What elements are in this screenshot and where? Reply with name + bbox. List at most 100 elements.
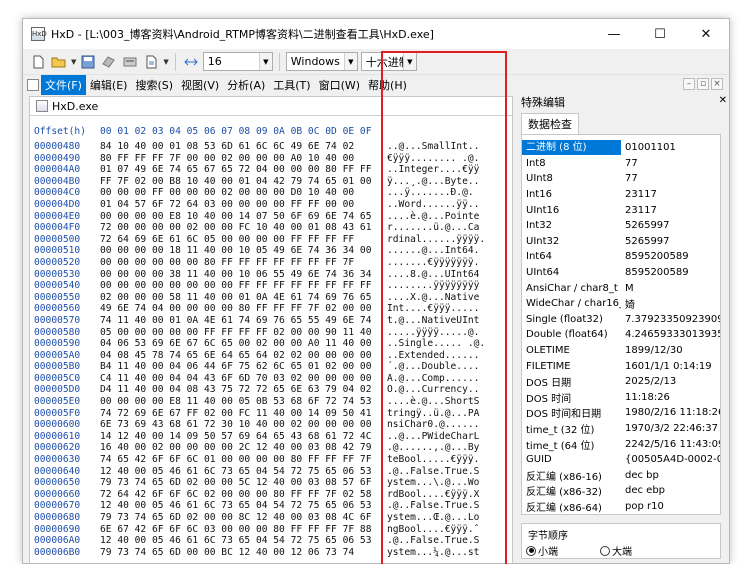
hex-row[interactable]: 000004B0 FF 7F 02 00 B8 10 40 00 01 04 42… [30, 176, 512, 188]
document-tab[interactable]: HxD.exe [30, 97, 512, 116]
inspector-row[interactable]: Int16 23117 [522, 187, 720, 203]
inspector-row[interactable]: Int32 5265997 [522, 218, 720, 234]
mdi-minimize-button[interactable]: – [683, 78, 695, 90]
inspector-row[interactable]: UInt16 23117 [522, 202, 720, 218]
hex-row[interactable]: 000004A0 01 07 49 6E 74 65 67 65 72 04 00… [30, 164, 512, 176]
minimize-button[interactable]: — [591, 19, 637, 49]
menu-tools[interactable]: 工具(T) [269, 75, 314, 95]
inspector-row[interactable]: FILETIME 1601/1/1 0:14:19 [522, 358, 720, 374]
hex-row[interactable]: 00000590 04 06 53 69 6E 67 6C 65 00 02 00… [30, 338, 512, 350]
charset-select[interactable]: Windows (AN ▼ [285, 52, 358, 71]
hex-row[interactable]: 00000520 00 00 00 00 00 00 80 FF FF FF FF… [30, 257, 512, 269]
hex-row[interactable]: 00000510 00 00 00 00 18 11 40 00 10 05 49… [30, 245, 512, 257]
inspector-row[interactable]: Double (float64) 4.24659333013935E-3 [522, 327, 720, 343]
inspector-row[interactable]: DOS 时间和日期 1980/2/16 11:18:26 [522, 405, 720, 421]
hex-row[interactable]: 00000650 79 73 74 65 6D 02 00 00 5C 12 40… [30, 477, 512, 489]
hex-row[interactable]: 00000550 02 00 00 00 58 11 40 00 01 0A 4E… [30, 292, 512, 304]
hex-row[interactable]: 000005E0 00 00 00 00 E8 11 40 00 05 0B 53… [30, 396, 512, 408]
little-endian-radio[interactable]: 小端 [526, 543, 558, 558]
mdi-close-button[interactable]: × [711, 78, 723, 90]
hex-row[interactable]: 000004C0 00 00 00 FF 00 00 00 02 00 00 00… [30, 187, 512, 199]
close-icon[interactable]: ✕ [719, 95, 727, 106]
inspector-key: Double (float64) [526, 329, 608, 341]
hex-row[interactable]: 00000480 84 10 40 00 01 08 53 6D 61 6C 6C… [30, 141, 512, 153]
hex-row[interactable]: 00000690 6E 67 42 6F 6F 6C 03 00 00 00 80… [30, 524, 512, 536]
inspector-row[interactable]: WideChar / char16_t 婍 [522, 296, 720, 312]
hex-row[interactable]: 00000670 12 40 00 05 46 61 6C 73 65 04 54… [30, 500, 512, 512]
disk-icon[interactable] [121, 53, 139, 71]
hex-row[interactable]: 000006A0 12 40 00 05 46 61 6C 73 65 04 54… [30, 535, 512, 547]
hex-row[interactable]: 00000640 12 40 00 05 46 61 6C 73 65 04 54… [30, 466, 512, 478]
menu-file[interactable]: 文件(F) [41, 75, 86, 95]
menu-window[interactable]: 窗口(W) [315, 75, 364, 95]
inspector-row[interactable]: 反汇编 (x86-64) pop r10 [522, 499, 720, 515]
inspector-row[interactable]: UInt64 8595200589 [522, 265, 720, 281]
hex-row[interactable]: 00000490 80 FF FF FF 7F 00 00 02 00 00 00… [30, 153, 512, 165]
hex-row[interactable]: 00000500 72 64 69 6E 61 6C 05 00 00 00 00… [30, 234, 512, 246]
inspector-key: 二进制 (8 位) [522, 140, 621, 156]
hex-row[interactable]: 00000540 00 00 00 00 00 00 00 00 FF FF FF… [30, 280, 512, 292]
hex-row[interactable]: 00000530 00 00 00 00 38 11 40 00 10 06 55… [30, 269, 512, 281]
inspector-row[interactable]: 二进制 (8 位) 01001101 [522, 140, 720, 156]
menu-search[interactable]: 搜索(S) [131, 75, 177, 95]
hex-row[interactable]: 00000680 79 73 74 65 6D 02 00 00 8C 12 40… [30, 512, 512, 524]
hex-row[interactable]: 00000600 6E 73 69 43 68 61 72 30 10 40 00… [30, 419, 512, 431]
inspector-row[interactable]: Int64 8595200589 [522, 249, 720, 265]
chevron-down-icon[interactable]: ▼ [71, 58, 76, 66]
hex-row-bytes: 49 6E 74 04 00 00 00 00 80 FF FF FF 7F 0… [100, 303, 372, 315]
hex-row[interactable]: 000004E0 00 00 00 00 E8 10 40 00 14 07 50… [30, 211, 512, 223]
hex-row[interactable]: 000005D0 D4 11 40 00 04 08 43 75 72 72 65… [30, 384, 512, 396]
inspector-row[interactable]: UInt32 5265997 [522, 234, 720, 250]
inspector-row[interactable]: UInt8 77 [522, 171, 720, 187]
inspector-row[interactable]: DOS 时间 11:18:26 [522, 390, 720, 406]
hex-row-text: ngBool....€ÿÿÿ.ˆ [387, 523, 480, 535]
number-base-select[interactable]: 十六进制 ▼ [360, 52, 417, 71]
menu-view[interactable]: 视图(V) [177, 75, 223, 95]
hex-rows[interactable]: 00000480 84 10 40 00 01 08 53 6D 61 6C 6C… [30, 141, 512, 558]
inspector-row[interactable]: 反汇编 (x86-32) dec ebp [522, 483, 720, 499]
hex-row-offset: 000006B0 [34, 546, 81, 558]
inspector-row[interactable]: Single (float32) 7.37923350923909E-3 [522, 312, 720, 328]
chevron-down-icon[interactable]: ▼ [163, 58, 168, 66]
tab-data-inspector[interactable]: 数据检查 [521, 113, 579, 134]
inspector-row[interactable]: Int8 77 [522, 156, 720, 172]
hex-row[interactable]: 00000620 16 40 00 02 00 00 00 00 2C 12 40… [30, 442, 512, 454]
hex-row[interactable]: 000004D0 01 04 57 6F 72 64 03 00 00 00 00… [30, 199, 512, 211]
big-endian-radio[interactable]: 大端 [600, 543, 632, 558]
hex-row-text: ..@...PWideCharL [387, 430, 480, 442]
mdi-restore-button[interactable]: ▫ [697, 78, 709, 90]
inspector-row[interactable]: OLETIME 1899/12/30 [522, 343, 720, 359]
window-title: HxD - [L:\003_博客资料\Android_RTMP博客资料\二进制查… [51, 28, 434, 41]
menu-edit[interactable]: 编辑(E) [86, 75, 132, 95]
save-icon[interactable] [79, 53, 97, 71]
hex-row[interactable]: 000005F0 74 72 69 6E 67 FF 02 00 FC 11 40… [30, 408, 512, 420]
file-properties-icon[interactable] [142, 53, 160, 71]
inspector-row[interactable]: 反汇编 (x86-16) dec bp [522, 467, 720, 483]
hex-row[interactable]: 00000610 14 12 40 00 14 09 50 57 69 64 65… [30, 431, 512, 443]
save-all-icon[interactable] [100, 53, 118, 71]
document-icon[interactable] [27, 79, 39, 91]
hex-row[interactable]: 00000580 05 00 00 00 00 00 FF FF FF FF 02… [30, 327, 512, 339]
close-button[interactable]: ✕ [683, 19, 729, 49]
new-file-icon[interactable] [29, 53, 47, 71]
maximize-button[interactable]: ☐ [637, 19, 683, 49]
inspector-row[interactable]: AnsiChar / char8_t M [522, 280, 720, 296]
bytes-per-row-select[interactable]: 16 ▼ [202, 52, 273, 71]
hex-row[interactable]: 000004F0 72 00 00 00 00 02 00 00 FC 10 40… [30, 222, 512, 234]
hex-row[interactable]: 00000660 72 64 42 6F 6F 6C 02 00 00 00 80… [30, 489, 512, 501]
menu-help[interactable]: 帮助(H) [364, 75, 411, 95]
hex-row[interactable]: 000005C0 C4 11 40 00 04 04 43 6F 6D 70 03… [30, 373, 512, 385]
hex-row[interactable]: 000005B0 B4 11 40 00 04 06 44 6F 75 62 6C… [30, 361, 512, 373]
hex-row[interactable]: 00000630 74 65 42 6F 6F 6C 01 00 00 00 00… [30, 454, 512, 466]
hex-row-text: .....ÿÿÿÿ.....@. [387, 326, 480, 338]
inspector-row[interactable]: time_t (64 位) 2242/5/16 11:43:09 [522, 436, 720, 452]
inspector-row[interactable]: time_t (32 位) 1970/3/2 22:46:37 [522, 421, 720, 437]
hex-row[interactable]: 00000570 74 11 40 00 01 0A 4E 61 74 69 76… [30, 315, 512, 327]
inspector-row[interactable]: GUID {00505A4D-0002-000( [522, 452, 720, 468]
hex-row[interactable]: 000006B0 79 73 74 65 6D 00 00 BC 12 40 00… [30, 547, 512, 559]
inspector-row[interactable]: DOS 日期 2025/2/13 [522, 374, 720, 390]
menu-analysis[interactable]: 分析(A) [223, 75, 269, 95]
hex-row[interactable]: 000005A0 04 08 45 78 74 65 6E 64 65 64 02… [30, 350, 512, 362]
hex-row[interactable]: 00000560 49 6E 74 04 00 00 00 00 80 FF FF… [30, 303, 512, 315]
open-file-icon[interactable] [50, 53, 68, 71]
